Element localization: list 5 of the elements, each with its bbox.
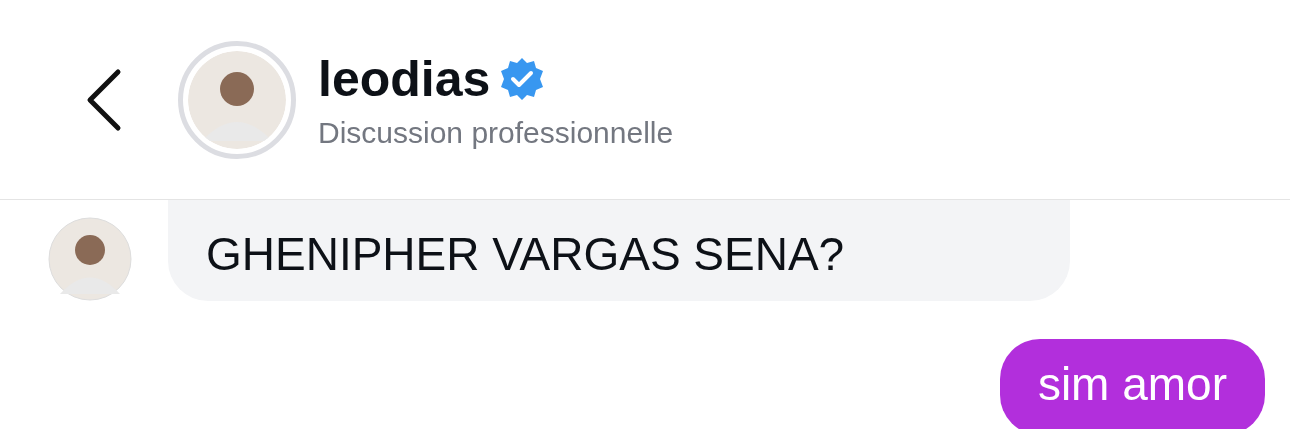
message-bubble: GHENIPHER VARGAS SENA? — [168, 200, 1070, 301]
message-bubble: sim amor — [999, 339, 1265, 429]
username: leodias — [318, 49, 491, 108]
avatar[interactable] — [178, 40, 296, 159]
account-type: Discussion professionnelle — [318, 115, 674, 150]
